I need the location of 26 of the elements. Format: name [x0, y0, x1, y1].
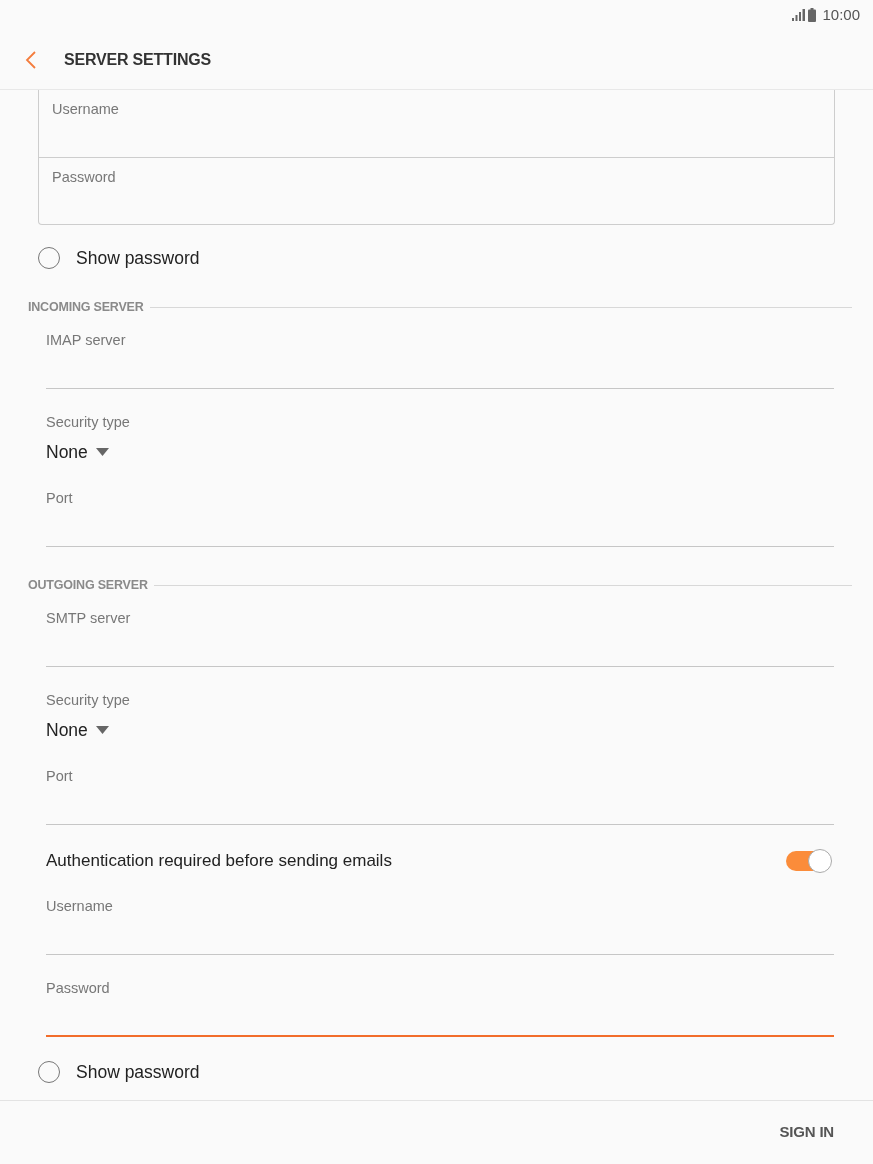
option-label[interactable]: Show password	[76, 247, 200, 269]
input-field[interactable]: Password	[39, 157, 834, 224]
signal-icon	[792, 9, 806, 21]
field-label: Port	[46, 489, 74, 507]
setting-label: Authentication required before sending emails	[46, 850, 392, 872]
sign-in-button[interactable]: SIGN IN	[779, 1121, 834, 1144]
field-label: Password	[46, 979, 111, 997]
dropdown-button[interactable]: None	[46, 440, 109, 464]
field-label: Security type	[46, 691, 131, 709]
status-time: 10:00	[822, 4, 860, 25]
dropdown-button[interactable]: None	[46, 718, 109, 742]
back-icon[interactable]	[25, 50, 37, 69]
field-label: IMAP server	[46, 331, 127, 349]
field-label: Username	[46, 897, 114, 915]
field-label: Port	[46, 767, 74, 785]
caret-icon	[95, 448, 109, 456]
section-header: OUTGOING SERVER	[28, 577, 148, 593]
field-label: SMTP server	[46, 609, 132, 627]
caret-icon	[95, 726, 109, 734]
battery-icon	[808, 8, 817, 22]
screen-title: SERVER SETTINGS	[64, 49, 211, 70]
toggle-switch[interactable]	[786, 849, 832, 873]
field-label: Security type	[46, 413, 131, 431]
option-label[interactable]: Show password	[76, 1061, 200, 1083]
section-header: INCOMING SERVER	[28, 299, 144, 315]
input-field[interactable]: Username	[39, 90, 834, 157]
